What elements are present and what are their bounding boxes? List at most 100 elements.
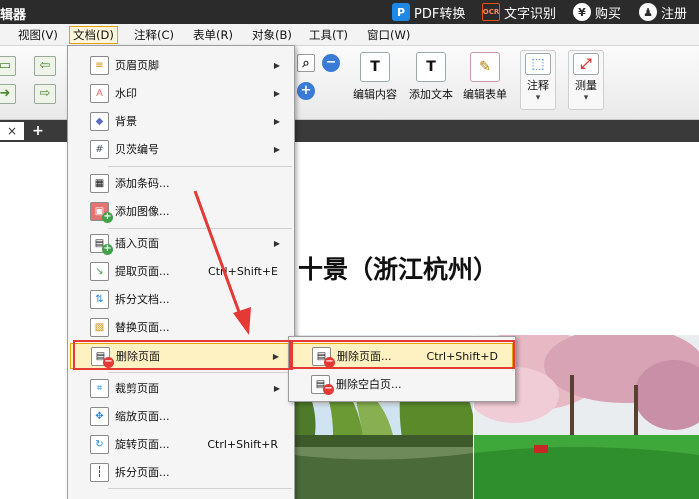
- extract-pages-icon: ↘: [90, 261, 109, 281]
- pages-left-icon[interactable]: ▭: [0, 56, 16, 76]
- add-badge-icon: +: [102, 211, 113, 223]
- menu-tools[interactable]: 工具(T): [306, 26, 351, 44]
- remove-badge-icon: −: [323, 383, 334, 395]
- document-title: 十景（浙江杭州）: [298, 255, 499, 284]
- menu-item-header-footer[interactable]: ≡ 页眉页脚 ▶: [70, 52, 292, 78]
- menu-separator: [108, 166, 292, 167]
- remove-badge-icon: −: [103, 356, 114, 368]
- menu-item-split-document[interactable]: ⇅ 拆分文档...: [70, 286, 292, 312]
- title-bar: 辑器 P PDF转换 OCR 文字识别 ¥ 购买 ♟ 注册: [0, 0, 699, 24]
- menu-comment[interactable]: 注释(C): [131, 26, 177, 44]
- menu-item-bates-numbering[interactable]: # 贝茨编号 ▶: [70, 136, 292, 162]
- back-icon[interactable]: ⇦: [34, 56, 56, 76]
- purchase-button[interactable]: ¥ 购买: [573, 0, 621, 24]
- rotate-pages-shortcut: Ctrl+Shift+R: [207, 437, 278, 451]
- menu-view[interactable]: 视图(V): [15, 26, 61, 44]
- menu-item-extract-pages[interactable]: ↘ 提取页面... Ctrl+Shift+E: [70, 258, 292, 284]
- barcode-icon: ▦: [90, 173, 109, 193]
- document-menu: ≡ 页眉页脚 ▶ A 水印 ▶ ◆ 背景 ▶ # 贝茨编号 ▶ ▦ 添加条码..…: [67, 45, 295, 499]
- menu-item-watermark[interactable]: A 水印 ▶: [70, 80, 292, 106]
- watermark-label: 水印: [115, 87, 137, 100]
- add-badge-icon: +: [102, 243, 113, 255]
- zoom-out-icon[interactable]: −: [322, 54, 340, 72]
- pdf-convert-label: PDF转换: [414, 6, 466, 22]
- menu-item-background[interactable]: ◆ 背景 ▶: [70, 108, 292, 134]
- close-tab-icon[interactable]: ×: [0, 122, 24, 140]
- yen-icon: ¥: [573, 3, 591, 21]
- comment-dropdown-caret[interactable]: ▾: [536, 93, 541, 103]
- header-footer-icon: ≡: [90, 55, 109, 75]
- menu-object[interactable]: 对象(B): [249, 26, 295, 44]
- purchase-label: 购买: [595, 6, 622, 22]
- comment-icon: ⬚: [525, 53, 551, 75]
- edit-content-label: 编辑内容: [353, 88, 397, 101]
- measure-button[interactable]: ⤢ 测量 ▾: [568, 50, 604, 110]
- watermark-icon: A: [90, 83, 109, 103]
- register-button[interactable]: ♟ 注册: [639, 0, 687, 24]
- delete-pages-dialog-label: 删除页面...: [337, 350, 392, 363]
- delete-pages-label: 删除页面: [116, 350, 160, 363]
- ocr-button[interactable]: OCR 文字识别: [482, 0, 556, 24]
- rotate-pages-icon: ↻: [90, 434, 109, 454]
- split-pages-label: 拆分页面...: [115, 466, 170, 479]
- pdf-convert-icon: P: [392, 3, 410, 21]
- edit-content-button[interactable]: T 编辑内容: [353, 52, 397, 102]
- submenu-arrow-icon: ▶: [273, 383, 280, 393]
- scale-pages-icon: ✥: [90, 406, 109, 426]
- menu-separator: [108, 488, 292, 489]
- submenu-item-delete-pages[interactable]: ▤ − 删除页面... Ctrl+Shift+D: [291, 343, 513, 369]
- delete-blank-pages-label: 删除空白页...: [336, 378, 402, 391]
- submenu-arrow-icon: ▶: [273, 60, 280, 70]
- add-text-button[interactable]: T 添加文本: [409, 52, 453, 102]
- rotate-pages-label: 旋转页面...: [115, 438, 170, 451]
- extract-pages-label: 提取页面...: [115, 265, 170, 278]
- measure-label: 测量: [575, 79, 597, 92]
- submenu-arrow-icon: ▶: [272, 351, 279, 361]
- zoom-in-icon[interactable]: +: [297, 82, 315, 100]
- marquee-zoom-icon[interactable]: ⌕: [297, 54, 315, 72]
- pages-right-icon[interactable]: ➜: [0, 84, 16, 104]
- add-text-label: 添加文本: [409, 88, 453, 101]
- submenu-arrow-icon: ▶: [273, 238, 280, 248]
- menu-window[interactable]: 窗口(W): [364, 26, 413, 44]
- add-image-label: 添加图像...: [115, 205, 170, 218]
- measure-icon: ⤢: [573, 53, 599, 75]
- menu-bar: 视图(V) 文档(D) 注释(C) 表单(R) 对象(B) 工具(T) 窗口(W…: [0, 24, 699, 46]
- register-label: 注册: [661, 6, 688, 22]
- remove-badge-icon: −: [324, 356, 335, 368]
- menu-item-replace-pages[interactable]: ▧ 替换页面...: [70, 314, 292, 340]
- measure-dropdown-caret[interactable]: ▾: [584, 93, 589, 103]
- pdf-convert-button[interactable]: P PDF转换: [392, 0, 465, 24]
- edit-form-label: 编辑表单: [463, 88, 507, 101]
- split-pages-icon: ┆: [90, 462, 109, 482]
- menu-item-insert-pages[interactable]: ▤ + 插入页面 ▶: [70, 230, 292, 256]
- split-document-label: 拆分文档...: [115, 293, 170, 306]
- menu-item-crop-pages[interactable]: ⌗ 裁剪页面 ▶: [70, 375, 292, 401]
- bates-numbering-label: 贝茨编号: [115, 143, 159, 156]
- menu-item-rotate-pages[interactable]: ↻ 旋转页面... Ctrl+Shift+R: [70, 431, 292, 457]
- ocr-label: 文字识别: [504, 6, 557, 22]
- menu-item-add-image[interactable]: ▣ + 添加图像...: [70, 198, 292, 224]
- submenu-item-delete-blank-pages[interactable]: ▤ − 删除空白页...: [291, 371, 513, 397]
- delete-pages-submenu: ▤ − 删除页面... Ctrl+Shift+D ▤ − 删除空白页...: [288, 336, 516, 402]
- comment-button[interactable]: ⬚ 注释 ▾: [520, 50, 556, 110]
- split-document-icon: ⇅: [90, 289, 109, 309]
- crop-pages-icon: ⌗: [90, 378, 109, 398]
- edit-form-button[interactable]: ✎ 编辑表单: [463, 52, 507, 102]
- background-label: 背景: [115, 115, 137, 128]
- add-barcode-label: 添加条码...: [115, 177, 170, 190]
- menu-item-scale-pages[interactable]: ✥ 缩放页面...: [70, 403, 292, 429]
- menu-item-delete-pages[interactable]: ▤ − 删除页面 ▶: [70, 343, 292, 369]
- menu-separator: [108, 228, 292, 229]
- scale-pages-label: 缩放页面...: [115, 410, 170, 423]
- menu-separator: [108, 372, 292, 373]
- menu-item-split-pages[interactable]: ┆ 拆分页面...: [70, 459, 292, 485]
- add-tab-icon[interactable]: +: [30, 123, 46, 139]
- comment-label: 注释: [527, 79, 549, 92]
- menu-form[interactable]: 表单(R): [190, 26, 236, 44]
- crop-pages-label: 裁剪页面: [115, 382, 159, 395]
- ocr-icon: OCR: [482, 3, 500, 21]
- forward-icon[interactable]: ⇨: [34, 84, 56, 104]
- menu-item-add-barcode[interactable]: ▦ 添加条码...: [70, 170, 292, 196]
- menu-document[interactable]: 文档(D): [69, 26, 118, 44]
